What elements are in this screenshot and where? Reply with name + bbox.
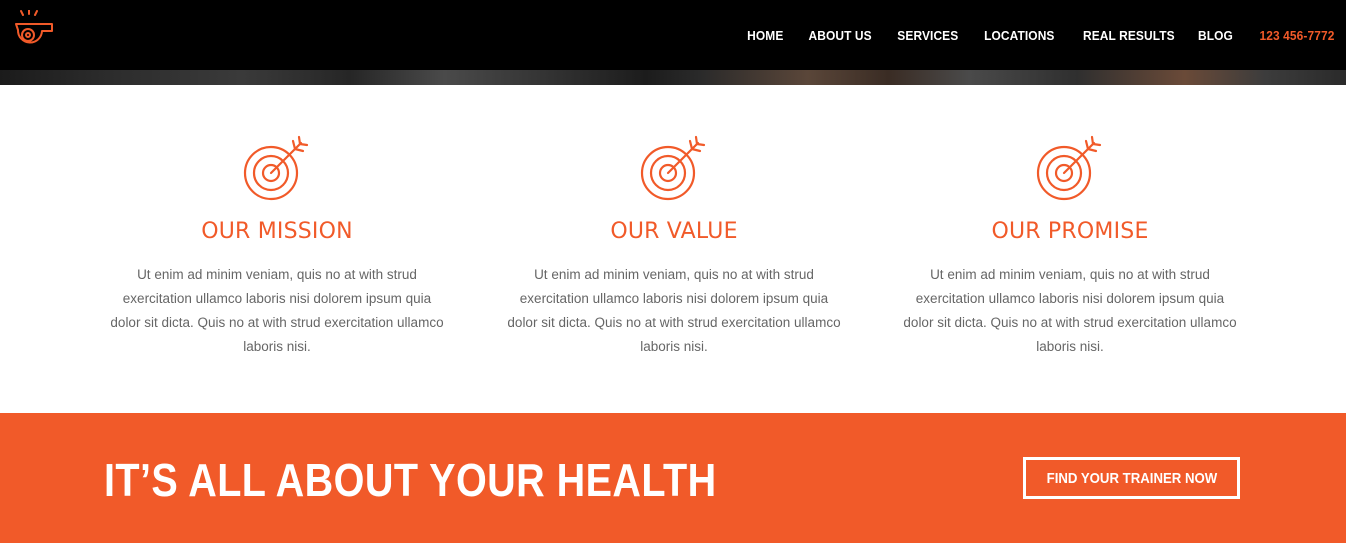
nav-item-home[interactable]: HOME — [747, 28, 783, 43]
target-arrow-icon — [638, 135, 710, 203]
nav-item-about-us[interactable]: ABOUT US — [809, 28, 872, 43]
feature-description: Ut enim ad minim veniam, quis no at with… — [110, 267, 444, 354]
nav-item-locations[interactable]: LOCATIONS — [985, 28, 1055, 43]
nav-item-blog[interactable]: BLOG — [1198, 28, 1233, 43]
target-arrow-icon — [1034, 135, 1106, 203]
site-header: HOME ABOUT US SERVICES LOCATIONS REAL RE… — [0, 0, 1346, 70]
whistle-icon[interactable] — [10, 9, 58, 52]
feature-description: Ut enim ad minim veniam, quis no at with… — [507, 267, 841, 354]
feature-description: Ut enim ad minim veniam, quis no at with… — [903, 267, 1237, 354]
feature-title: OUR VALUE — [610, 219, 738, 244]
nav-item-real-results[interactable]: REAL RESULTS — [1083, 28, 1175, 43]
feature-title: OUR PROMISE — [991, 219, 1149, 244]
find-trainer-button-label: FIND YOUR TRAINER NOW — [1046, 469, 1217, 487]
page: HOME ABOUT US SERVICES LOCATIONS REAL RE… — [0, 0, 1346, 543]
nav-item-services[interactable]: SERVICES — [897, 28, 958, 43]
main-nav: HOME ABOUT US SERVICES LOCATIONS REAL RE… — [724, 0, 1334, 70]
find-trainer-button[interactable]: FIND YOUR TRAINER NOW — [1023, 457, 1240, 499]
cta-banner: IT’S ALL ABOUT YOUR HEALTH FIND YOUR TRA… — [0, 413, 1346, 543]
nav-phone-link[interactable]: 123 456-7772 — [1259, 28, 1334, 43]
feature-title: OUR MISSION — [201, 219, 353, 244]
cta-heading: IT’S ALL ABOUT YOUR HEALTH — [104, 454, 717, 506]
hero-image-strip — [0, 70, 1346, 85]
features-section: OUR MISSION Ut enim ad minim veniam, qui… — [0, 85, 1346, 413]
target-arrow-icon — [241, 135, 313, 203]
